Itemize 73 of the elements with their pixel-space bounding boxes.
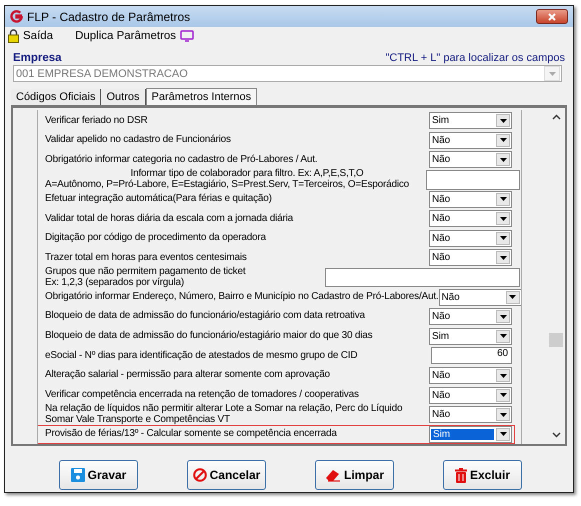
trash-icon — [454, 468, 467, 482]
setting-label: Na relação de líquidos não permitir alterar Lote a Somar na relação, Perc do Líquido Somar Vale Transporte e Competências VT — [45, 404, 402, 426]
setting-dropdown[interactable]: Sim — [429, 426, 512, 443]
padlock-icon — [8, 29, 19, 43]
setting-dropdown[interactable]: Não — [429, 132, 512, 149]
dropdown-arrow-icon — [500, 432, 506, 436]
setting-dropdown[interactable]: Não — [429, 249, 512, 266]
setting-label: Obrigatório informar Endereço, Número, Bairro e Município no Cadastro de Pró-Labores/Aut. — [45, 292, 439, 302]
close-icon — [547, 12, 557, 22]
setting-label: Validar total de horas diária da escala com a jornada diária — [45, 214, 293, 224]
monitor-icon — [180, 30, 194, 42]
dropdown-arrow-icon — [500, 158, 506, 162]
setting-dropdown[interactable]: Não — [429, 210, 512, 228]
company-label: Empresa — [13, 52, 62, 64]
setting-label: eSocial - Nº dias para identificação de atestados de mesmo grupo de CID — [45, 350, 358, 362]
setting-label: Alteração salarial - permissão para alterar somente com aprovação — [45, 370, 330, 381]
dropdown-arrow-icon — [500, 256, 506, 260]
setting-label: Verificar feriado no DSR — [45, 116, 148, 126]
dropdown-arrow-icon — [548, 72, 556, 76]
action-button[interactable]: Gravar — [59, 460, 138, 490]
dropdown-arrow-icon — [500, 197, 506, 202]
setting-label: Bloqueio de data de admissão do funcionário/estagiário maior do que 30 dias — [45, 331, 372, 342]
text-field[interactable] — [426, 170, 520, 190]
setting-label: Obrigatório informar categoria no cadastro de Pró-Labores / Aut. — [45, 154, 318, 166]
company-dropdown[interactable]: 001 EMPRESA DEMONSTRACAO — [13, 65, 562, 82]
setting-label: Efetuar integração automática(Para férias e quitação) — [45, 194, 272, 204]
dropdown-arrow-icon — [500, 412, 506, 417]
setting-dropdown[interactable]: Sim — [429, 112, 512, 130]
dropdown-arrow-icon — [500, 393, 506, 398]
eraser-icon — [324, 468, 341, 482]
dropdown-arrow-icon — [500, 374, 506, 378]
setting-dropdown[interactable]: Não — [429, 308, 512, 326]
setting-label: Informar tipo de colaborador para filtro. Ex: A,P,E,S,T,O A=Autônomo, P=Pró-Labore, E=Estagiário, S=Prest.Serv, T=Terceiros, O=Esporádico — [45, 169, 410, 190]
setting-dropdown[interactable]: Sim — [429, 328, 512, 345]
dropdown-arrow-icon — [500, 236, 506, 240]
dropdown-arrow-icon — [500, 334, 506, 338]
app-logo-icon — [10, 10, 23, 23]
action-button[interactable]: Cancelar — [187, 460, 266, 490]
setting-dropdown[interactable]: Não — [438, 288, 521, 306]
scrollbar-thumb[interactable] — [549, 333, 563, 347]
window-title: FLP - Cadastro de Parâmetros — [27, 10, 190, 24]
dropdown-arrow-icon — [500, 216, 506, 221]
setting-label: Digitação por código de procedimento da operadora — [45, 233, 266, 244]
dropdown-arrow-icon — [500, 138, 506, 142]
setting-label: Grupos que não permitem pagamento de ticket Ex: 1,2,3 (separados por vírgula) — [45, 267, 246, 288]
tab[interactable]: Códigos Oficiais — [11, 89, 102, 105]
scroll-down-icon — [552, 432, 561, 438]
close-button[interactable] — [536, 9, 568, 24]
number-field[interactable]: 60 — [431, 347, 512, 364]
tab[interactable]: Outros — [101, 89, 146, 105]
setting-label: Trazer total em horas para eventos centesimais — [45, 252, 247, 264]
prohibited-icon — [192, 468, 207, 482]
action-button[interactable]: Limpar — [315, 460, 394, 490]
setting-dropdown[interactable]: Não — [429, 190, 512, 208]
action-button[interactable]: Excluir — [443, 460, 522, 490]
setting-dropdown[interactable]: Não — [429, 367, 512, 384]
tab[interactable]: Parâmetros Internos — [146, 88, 258, 105]
setting-label: Verificar competência encerrada na retenção de tomadores / cooperativas — [45, 390, 359, 400]
dropdown-arrow-icon — [509, 295, 516, 300]
text-field[interactable] — [325, 268, 520, 288]
dropdown-arrow-icon — [500, 118, 506, 123]
setting-label: Provisão de férias/13º - Calcular somente se competência encerrada — [45, 429, 337, 440]
setting-label: Validar apelido no cadastro de Funcionários — [45, 135, 231, 146]
setting-label: Bloqueio de data de admissão do funcionário/estagiário com data retroativa — [45, 311, 365, 322]
toolbar-button[interactable]: Duplica Parâmetros — [75, 28, 194, 44]
setting-dropdown[interactable]: Não — [429, 406, 512, 424]
toolbar-button[interactable]: Saída — [8, 28, 54, 44]
scroll-up-icon — [552, 114, 561, 120]
shortcut-hint: "CTRL + L" para localizar os campos — [385, 52, 565, 64]
setting-dropdown[interactable]: Não — [429, 230, 512, 247]
setting-dropdown[interactable]: Não — [429, 386, 512, 404]
dropdown-arrow-icon — [500, 314, 506, 319]
setting-dropdown[interactable]: Não — [429, 151, 512, 168]
